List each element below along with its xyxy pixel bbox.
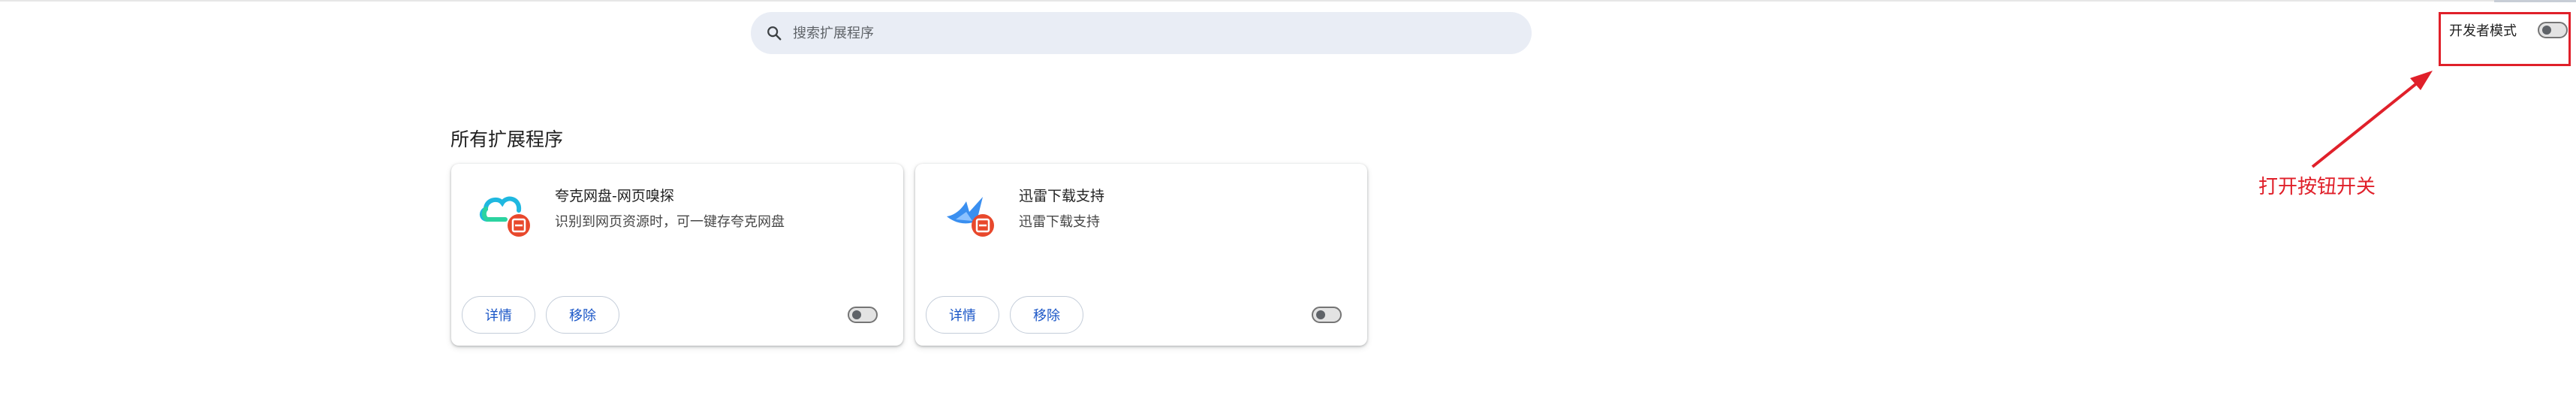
search-icon (767, 26, 782, 41)
top-divider (0, 0, 2576, 2)
annotation-arrow (2311, 71, 2433, 168)
highlight-box (2439, 12, 2571, 66)
details-button[interactable]: 详情 (926, 296, 999, 334)
annotation-text: 打开按钮开关 (2258, 176, 2376, 198)
extension-enable-toggle[interactable] (1312, 307, 1342, 323)
extension-description: 识别到网页资源时，可一键存夸克网盘 (555, 214, 785, 230)
quark-cloud-icon (480, 196, 530, 237)
section-title: 所有扩展程序 (450, 128, 564, 150)
extension-name: 夸克网盘-网页嗅探 (555, 188, 674, 204)
remove-button[interactable]: 移除 (546, 296, 619, 334)
extension-description: 迅雷下载支持 (1019, 214, 1100, 230)
extension-enable-toggle[interactable] (848, 307, 878, 323)
extension-card: 夸克网盘-网页嗅探 识别到网页资源时，可一键存夸克网盘 详情 移除 (451, 164, 903, 346)
thunder-bird-icon (947, 197, 994, 237)
top-edge-accent (2494, 0, 2576, 2)
extension-card: 迅雷下载支持 迅雷下载支持 详情 移除 (915, 164, 1367, 346)
search-bar[interactable] (751, 12, 1532, 54)
details-button[interactable]: 详情 (462, 296, 535, 334)
remove-button[interactable]: 移除 (1010, 296, 1083, 334)
extension-name: 迅雷下载支持 (1019, 188, 1105, 204)
search-input[interactable] (791, 17, 1532, 49)
